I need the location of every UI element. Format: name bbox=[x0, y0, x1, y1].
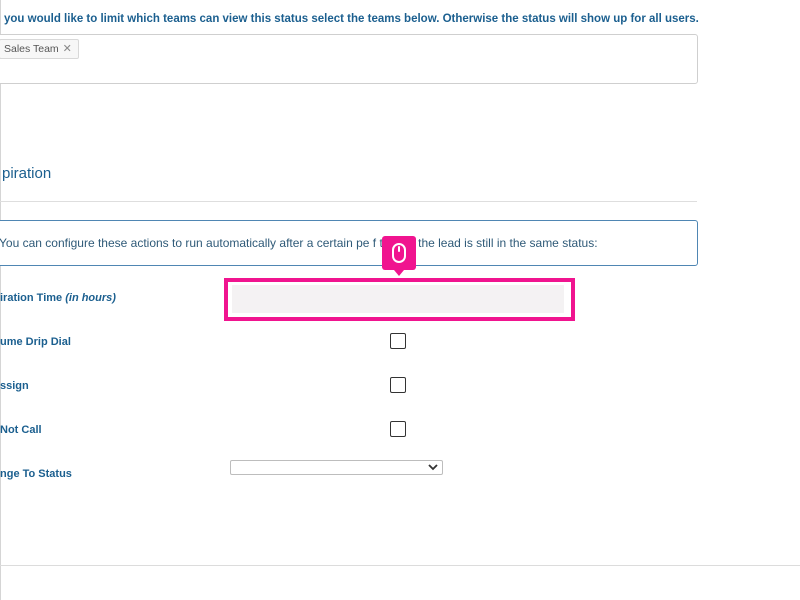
close-icon[interactable]: ✕ bbox=[63, 40, 72, 58]
team-tag-sales: Sales Team ✕ bbox=[0, 39, 79, 59]
change-to-status-label: nge To Status bbox=[0, 468, 72, 480]
cursor-badge bbox=[382, 236, 416, 276]
mouse-icon bbox=[392, 243, 406, 263]
footer-divider bbox=[0, 565, 800, 566]
reassign-label: ssign bbox=[0, 380, 29, 392]
chevron-down-icon bbox=[428, 464, 438, 471]
expiration-time-label: iration Time (in hours) bbox=[0, 292, 116, 304]
resume-drip-dial-label: ume Drip Dial bbox=[0, 336, 71, 348]
expiration-info-text: You can configure these actions to run a… bbox=[0, 236, 598, 250]
team-tag-label: Sales Team bbox=[4, 43, 59, 55]
change-to-status-select[interactable] bbox=[230, 460, 443, 475]
teams-intro-text: you would like to limit which teams can … bbox=[4, 13, 699, 25]
reassign-checkbox[interactable] bbox=[390, 377, 406, 393]
expiration-time-unit: (in hours) bbox=[65, 292, 116, 304]
teams-multiselect[interactable]: Sales Team ✕ bbox=[0, 34, 698, 84]
do-not-call-label: Not Call bbox=[0, 424, 42, 436]
status-settings-page: you would like to limit which teams can … bbox=[0, 0, 800, 600]
expiration-heading: piration bbox=[2, 165, 52, 182]
expiration-info-box: You can configure these actions to run a… bbox=[0, 220, 698, 266]
expiration-time-label-text: iration Time bbox=[0, 292, 63, 304]
resume-drip-dial-checkbox[interactable] bbox=[390, 333, 406, 349]
section-divider bbox=[0, 201, 697, 202]
focus-highlight bbox=[224, 278, 575, 321]
do-not-call-checkbox[interactable] bbox=[390, 421, 406, 437]
